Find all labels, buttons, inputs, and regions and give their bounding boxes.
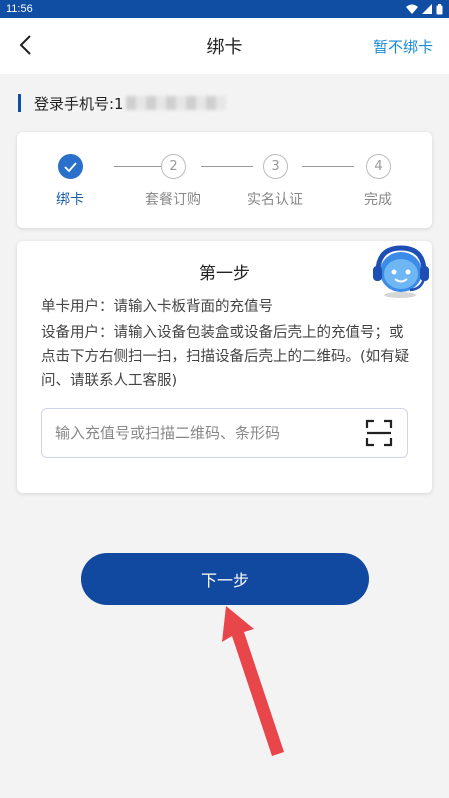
login-phone-row: 登录手机号:1 [18,92,226,114]
status-time: 11:56 [6,3,33,15]
customer-service-bot-button[interactable] [370,242,432,300]
back-arrow-icon [19,35,31,55]
steps-track: 2 3 4 [17,154,432,180]
device-instruction: 设备用户：请输入设备包装盒或设备后壳上的充值号；或点击下方右侧扫一扫，扫描设备后… [41,325,410,389]
single-card-instruction: 单卡用户：请输入卡板背面的充值号 [41,299,273,315]
step-3-circle: 3 [263,154,288,179]
status-bar: 11:56 [0,0,449,18]
check-icon [64,161,77,172]
recharge-number-input[interactable] [42,409,359,457]
step-2-circle: 2 [161,154,186,179]
scan-icon [365,419,393,447]
step-1-label: 绑卡 [56,192,84,208]
step-1-circle [58,154,83,179]
scan-button[interactable] [359,413,399,453]
skip-bind-button[interactable]: 暂不绑卡 [373,36,433,57]
back-button[interactable] [12,32,38,58]
masked-phone-number [125,96,226,110]
step-connector [302,166,354,167]
step-3-label: 实名认证 [247,192,303,208]
section-marker [18,94,21,112]
status-icons [406,3,443,15]
step-connector [201,166,253,167]
steps-card: 2 3 4 绑卡 套餐订购 实名认证 完成 [17,132,432,228]
login-phone-label: 登录手机号:1 [34,94,124,113]
step-2-label: 套餐订购 [145,192,201,208]
step-connector [114,166,165,167]
wifi-icon [406,4,418,14]
battery-icon [436,3,443,14]
step-4-circle: 4 [366,154,391,179]
next-step-button[interactable]: 下一步 [81,553,369,605]
customer-service-bot-icon [373,245,429,298]
recharge-number-field [41,408,408,458]
step-4-label: 完成 [364,192,392,208]
signal-icon [422,4,432,14]
app-header: 绑卡 暂不绑卡 [0,18,449,74]
